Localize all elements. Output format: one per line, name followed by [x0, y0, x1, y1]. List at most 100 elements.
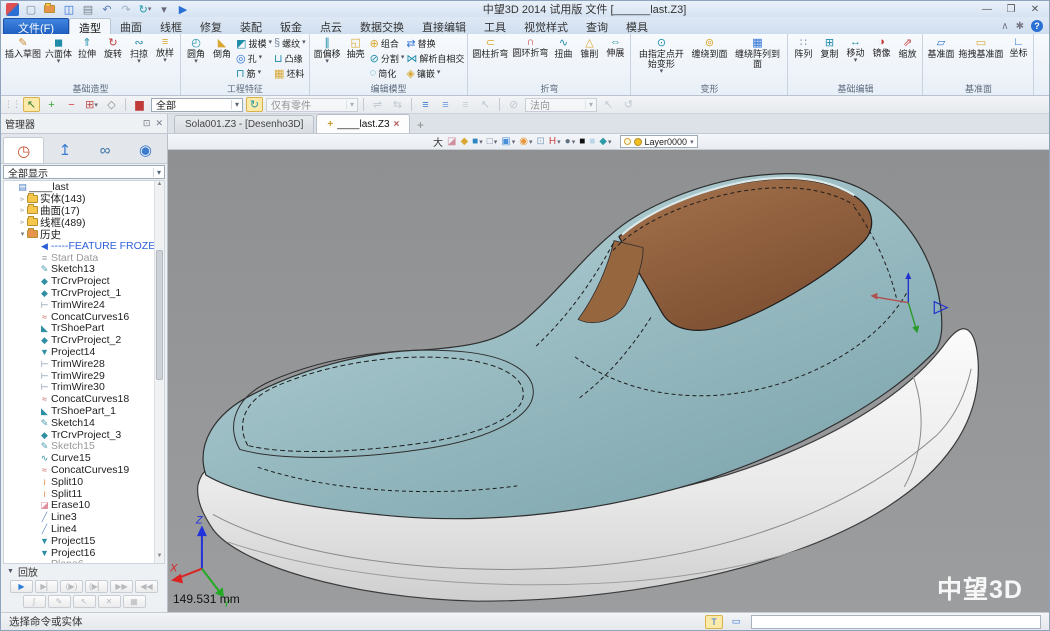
tree-item-ConcatCurves19[interactable]: ≈ConcatCurves19	[4, 464, 164, 476]
close-button[interactable]: ✕	[1027, 3, 1043, 16]
black-color-swatch[interactable]: ■	[579, 136, 585, 147]
tree-item-Project14[interactable]: ▼Project14	[4, 346, 164, 358]
redo-button[interactable]: ↷	[119, 2, 133, 16]
tree-item-Line4[interactable]: ╱Line4	[4, 523, 164, 535]
tree-item-(143)[interactable]: ▹实体(143)	[4, 193, 164, 205]
scroll-up-icon[interactable]: ▲	[155, 181, 164, 191]
revolve-button[interactable]: ↻旋转	[100, 35, 126, 84]
panel-toggle[interactable]: ▭	[727, 615, 745, 629]
shaded-display-button[interactable]: ■▾	[472, 136, 483, 147]
zw3d-logo[interactable]	[5, 2, 19, 16]
tab-模具[interactable]: 模具	[617, 18, 657, 34]
assembly-manager-tab[interactable]: ↥	[45, 137, 84, 163]
visual-manager-tab[interactable]: ∞	[86, 137, 125, 163]
tree-item-TrShoePart_1[interactable]: ◣TrShoePart_1	[4, 405, 164, 417]
tree-item-Line3[interactable]: ╱Line3	[4, 511, 164, 523]
document-tab[interactable]: Sola001.Z3 - [Desenho3D]	[174, 115, 314, 133]
toolbar-grip[interactable]: ⋮⋮	[4, 99, 20, 110]
chamfer-button[interactable]: ◣倒角	[209, 35, 235, 84]
tree-item-TrimWire30[interactable]: ⊢TrimWire30	[4, 382, 164, 394]
wrap-to-face-button[interactable]: ⊚缠绕到面	[689, 35, 729, 84]
tree-item-Split10[interactable]: ≀Split10	[4, 476, 164, 488]
tree-expander-icon[interactable]: ▹	[18, 195, 27, 203]
pin-panel-button[interactable]: ⊡	[143, 118, 151, 129]
filter-scope-select[interactable]: 全部▾	[151, 98, 243, 112]
tree-item-TrimWire24[interactable]: ⊢TrimWire24	[4, 299, 164, 311]
tree-filter-select[interactable]: 全部显示 ▾	[3, 165, 165, 179]
history-manager-tab[interactable]: ◷	[3, 137, 44, 163]
copy-button[interactable]: ⊞复制	[816, 35, 842, 84]
hole-button[interactable]: ◎孔▾	[236, 51, 272, 65]
tree-item-Project15[interactable]: ▼Project15	[4, 535, 164, 547]
tree-item-Project16[interactable]: ▼Project16	[4, 547, 164, 559]
tab-数据交换[interactable]: 数据交换	[351, 18, 413, 34]
replay-select-button[interactable]: ↖	[73, 595, 96, 608]
restore-button[interactable]: ❐	[1003, 3, 1019, 16]
command-input[interactable]	[751, 615, 1041, 629]
auto-regen-button[interactable]: ↻	[246, 97, 263, 112]
close-panel-button[interactable]: ✕	[155, 118, 163, 129]
tree-scrollbar[interactable]: ▲ ▼	[154, 181, 164, 563]
tab-造型[interactable]: 造型	[69, 18, 111, 34]
erase-entity-button[interactable]: ◪	[447, 136, 456, 147]
divide-button[interactable]: ⊘分割▾	[370, 51, 405, 65]
tree-item-TrShoePart[interactable]: ◣TrShoePart	[4, 323, 164, 335]
replace-button[interactable]: ⇄替换	[406, 36, 464, 50]
tree-item-TrCrvProject_3[interactable]: ◆TrCrvProject_3	[4, 429, 164, 441]
shell-button[interactable]: ◱抽壳	[343, 35, 369, 84]
mirror-button[interactable]: ◑镜像	[868, 35, 894, 84]
reorient-button[interactable]: ↺	[620, 97, 637, 112]
ribbon-collapse-button[interactable]: ∧	[1001, 21, 1008, 32]
collapse-list-button[interactable]: ≡	[437, 97, 454, 112]
text-input-toggle[interactable]: T	[705, 615, 723, 629]
replay-section-header[interactable]: ▼ 回放	[1, 564, 167, 579]
twist-button[interactable]: ∿扭曲	[550, 35, 576, 84]
tree-item-Sketch15[interactable]: ✎Sketch15	[4, 441, 164, 453]
part-filter-select[interactable]: 仅有零件▾	[266, 98, 358, 112]
pick-normal-button[interactable]: ↖	[600, 97, 617, 112]
tab-点云[interactable]: 点云	[311, 18, 351, 34]
resolve-self-intersection-button[interactable]: ⋈解析自相交	[406, 51, 464, 65]
minimize-button[interactable]: —	[979, 3, 995, 16]
wrap-pattern-to-face-button[interactable]: ▦缠绕阵列到面	[729, 35, 785, 84]
rib-button[interactable]: ⊓筋▾	[236, 66, 272, 80]
normal-mode-select[interactable]: 法向▾	[525, 98, 597, 112]
fillet-button[interactable]: ◴圆角▾	[183, 35, 209, 84]
file-menu-button[interactable]: 文件(F)	[3, 18, 69, 34]
open-file-button[interactable]	[43, 2, 57, 16]
tree-item-Curve15[interactable]: ∿Curve15	[4, 452, 164, 464]
replay-play-button[interactable]: ▶	[10, 580, 33, 593]
walkthrough-button[interactable]: 大	[433, 134, 443, 149]
wireframe-display-button[interactable]: □▾	[487, 136, 498, 147]
shoe-model-svg[interactable]: Z X Y	[168, 150, 1049, 612]
tree-item-[interactable]: ▾历史	[4, 228, 164, 240]
tree-item-Erase10[interactable]: ◪Erase10	[4, 500, 164, 512]
tree-item------FEATUREFROZENHERE-----[interactable]: ◀-----FEATURE FROZEN HERE-----	[4, 240, 164, 252]
qa-more-button[interactable]: ▾	[157, 2, 171, 16]
thread-button[interactable]: §螺纹▾	[274, 36, 306, 50]
print-button[interactable]: ▤	[81, 2, 95, 16]
list-all-button[interactable]: ≡	[457, 97, 474, 112]
replay-fast-forward-button[interactable]: ▶▶	[110, 580, 133, 593]
datum-plane-button[interactable]: ▱基准面	[925, 35, 956, 84]
box-button[interactable]: ◼六面体▾	[43, 35, 74, 84]
replay-rewind-button[interactable]: ◀◀	[135, 580, 158, 593]
document-tab[interactable]: +____last.Z3×	[316, 114, 410, 133]
tree-item-Plane6[interactable]: ▱Plane6	[4, 559, 164, 565]
tab-曲面[interactable]: 曲面	[111, 18, 151, 34]
pattern-button[interactable]: ∷阵列	[790, 35, 816, 84]
tree-expander-icon[interactable]: ▾	[18, 230, 27, 238]
pale-color-swatch[interactable]: ■	[589, 136, 595, 147]
tab-工具[interactable]: 工具	[475, 18, 515, 34]
align-pair2-button[interactable]: ⇆	[389, 97, 406, 112]
combine-button[interactable]: ⊕组合	[370, 36, 405, 50]
section-view-button[interactable]: ◉▾	[519, 136, 532, 147]
heal-button[interactable]: ◆	[460, 136, 468, 147]
replay-delete-button[interactable]: ✕	[98, 595, 121, 608]
face-offset-button[interactable]: ∥面偏移▾	[312, 35, 343, 84]
pick-last-button[interactable]: ↖	[477, 97, 494, 112]
layer-select[interactable]: Layer0000▾	[620, 135, 698, 148]
graphics-canvas[interactable]: Z X Y 149.531 mm 中望3D	[168, 150, 1049, 612]
taper-button[interactable]: △锥削	[576, 35, 602, 84]
align-pair-button[interactable]: ⇌	[369, 97, 386, 112]
